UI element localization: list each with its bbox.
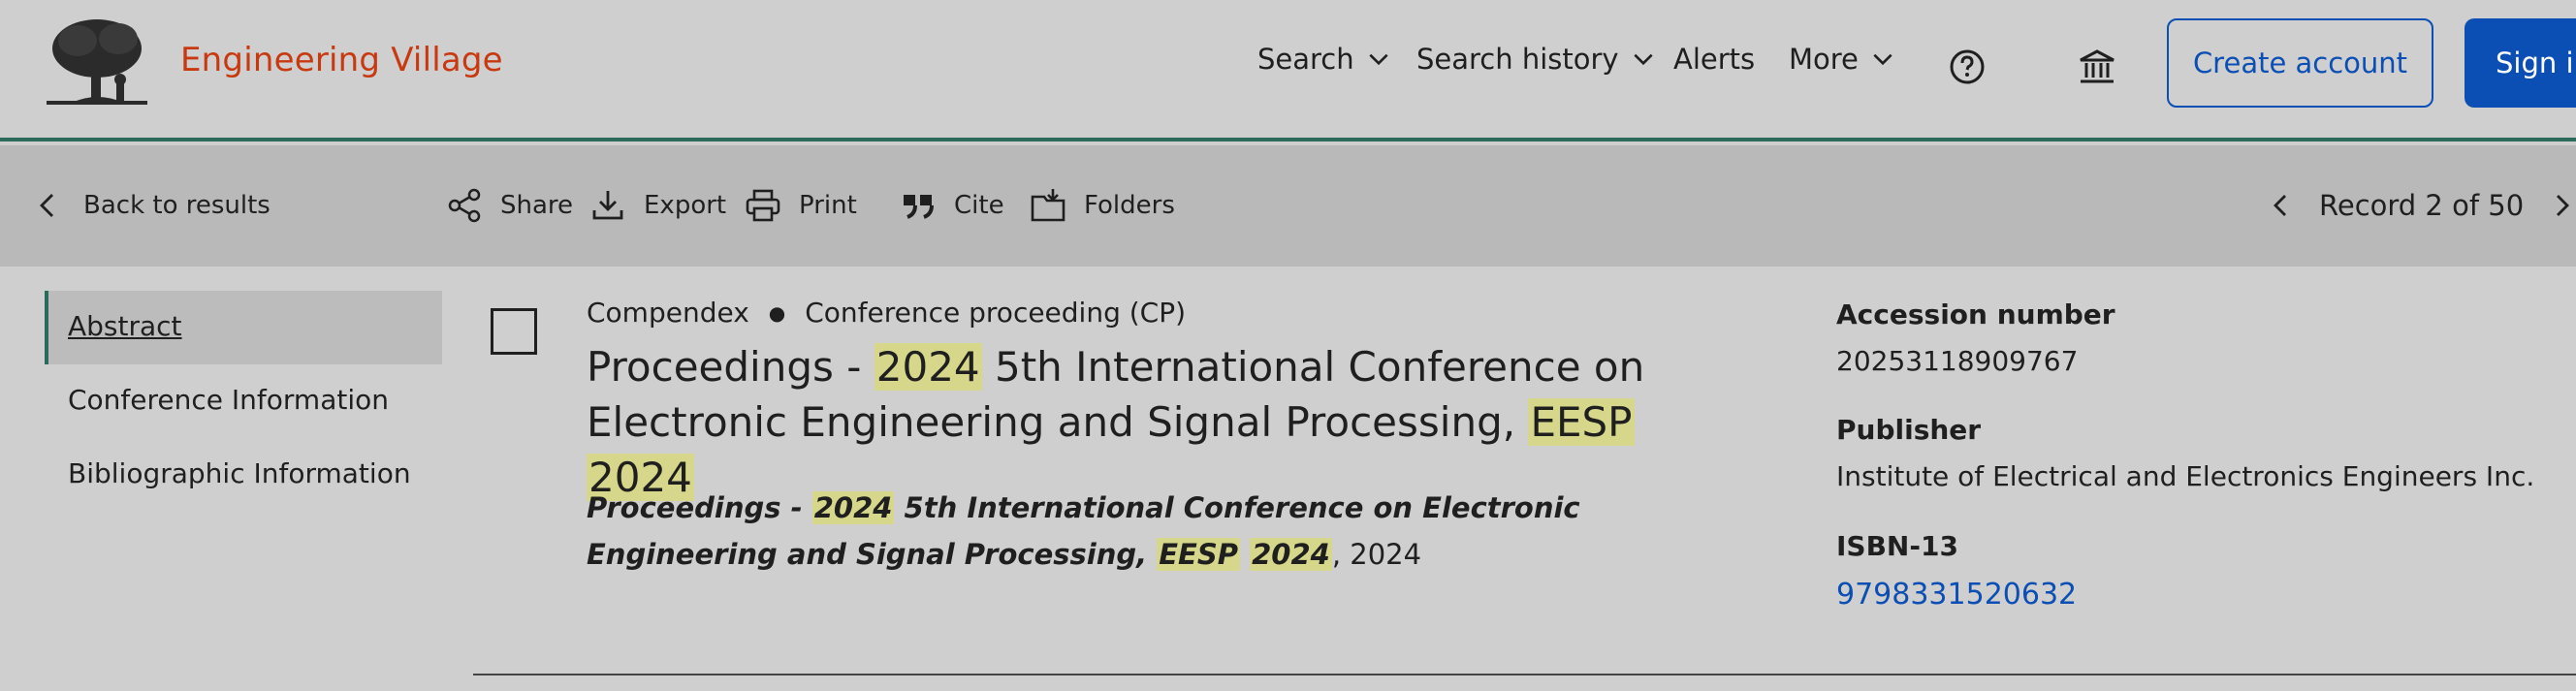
share-label: Share bbox=[500, 191, 574, 220]
folder-add-icon bbox=[1031, 189, 1065, 222]
institution-icon[interactable] bbox=[2077, 47, 2117, 87]
record-title: Proceedings - 2024 5th International Con… bbox=[587, 339, 1711, 505]
cite-label: Cite bbox=[954, 191, 1004, 220]
back-to-results-button[interactable]: Back to results bbox=[29, 184, 270, 227]
brand-name[interactable]: Engineering Village bbox=[180, 41, 503, 79]
nav-alerts[interactable]: Alerts bbox=[1673, 43, 1755, 76]
create-account-button[interactable]: Create account bbox=[2167, 18, 2433, 108]
record-meta: Compendex ● Conference proceeding (CP) bbox=[587, 297, 1186, 329]
record-position: Record 2 of 50 bbox=[2319, 189, 2525, 222]
chevron-down-icon bbox=[1873, 53, 1892, 66]
elsevier-tree-logo[interactable] bbox=[43, 16, 151, 110]
sidebar-item-conference-information[interactable]: Conference Information bbox=[68, 384, 389, 416]
chevron-down-icon bbox=[1369, 53, 1388, 66]
record-source: Proceedings - 2024 5th International Con… bbox=[587, 485, 1731, 578]
nav-search-history[interactable]: Search history bbox=[1416, 43, 1656, 76]
export-button[interactable]: Export bbox=[589, 184, 726, 227]
help-circle-icon[interactable] bbox=[1947, 47, 1988, 87]
publisher-value: Institute of Electrical and Electronics … bbox=[1836, 460, 2535, 492]
chevron-left-icon[interactable] bbox=[2267, 191, 2296, 220]
top-header: Engineering Village Search Search histor… bbox=[0, 0, 2576, 141]
folders-button[interactable]: Folders bbox=[1030, 184, 1175, 227]
share-button[interactable]: Share bbox=[446, 184, 573, 227]
source-year: , 2024 bbox=[1331, 538, 1422, 571]
source-text: Proceedings - bbox=[587, 491, 812, 524]
isbn-label: ISBN-13 bbox=[1836, 530, 1958, 562]
nav-more-label: More bbox=[1789, 43, 1859, 76]
record-toolbar: Back to results Share Export Print Cite … bbox=[0, 145, 2576, 267]
chevron-left-icon bbox=[40, 194, 53, 217]
quote-icon bbox=[904, 195, 934, 219]
title-text: Proceedings - bbox=[587, 343, 875, 391]
separator-dot: ● bbox=[768, 300, 786, 325]
nav-more[interactable]: More bbox=[1789, 43, 1895, 76]
title-highlight: EESP bbox=[1528, 398, 1635, 446]
accession-number-value: 20253118909767 bbox=[1836, 345, 2079, 377]
isbn-link[interactable]: 9798331520632 bbox=[1836, 578, 2077, 612]
print-button[interactable]: Print bbox=[745, 184, 857, 227]
chevron-down-icon bbox=[1634, 53, 1653, 66]
nav-alerts-label: Alerts bbox=[1673, 43, 1756, 76]
title-highlight: 2024 bbox=[874, 343, 982, 391]
nav-search-history-label: Search history bbox=[1416, 43, 1619, 76]
cite-button[interactable]: Cite bbox=[900, 184, 1004, 227]
folders-label: Folders bbox=[1084, 191, 1175, 220]
document-type: Conference proceeding (CP) bbox=[805, 297, 1187, 329]
source-highlight: EESP bbox=[1157, 538, 1240, 571]
publisher-label: Publisher bbox=[1836, 414, 1982, 446]
source-highlight: 2024 bbox=[811, 491, 895, 524]
record-pager: Record 2 of 50 bbox=[2267, 184, 2576, 227]
nav-search-label: Search bbox=[1257, 43, 1354, 76]
nav-search[interactable]: Search bbox=[1257, 43, 1391, 76]
sidebar-item-bibliographic-information[interactable]: Bibliographic Information bbox=[68, 457, 411, 489]
select-record-checkbox[interactable] bbox=[491, 308, 537, 355]
export-label: Export bbox=[644, 191, 727, 220]
source-highlight: 2024 bbox=[1250, 538, 1332, 571]
download-icon bbox=[592, 191, 623, 220]
section-divider bbox=[473, 674, 2576, 675]
back-to-results-label: Back to results bbox=[83, 191, 270, 220]
chevron-right-icon[interactable] bbox=[2547, 191, 2576, 220]
source-text bbox=[1240, 538, 1250, 571]
accession-number-label: Accession number bbox=[1836, 298, 2115, 330]
print-label: Print bbox=[799, 191, 857, 220]
printer-icon bbox=[746, 189, 780, 222]
sign-in-button[interactable]: Sign in bbox=[2465, 18, 2576, 108]
share-icon bbox=[448, 188, 481, 223]
sidebar-item-abstract[interactable]: Abstract bbox=[68, 310, 182, 342]
database-name: Compendex bbox=[587, 297, 749, 329]
